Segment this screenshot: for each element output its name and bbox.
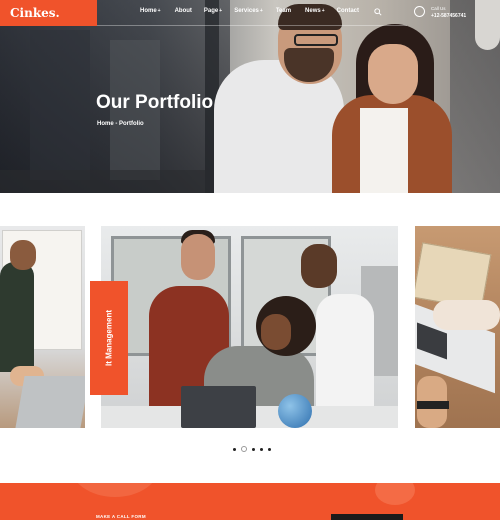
nav-label: Page <box>203 8 219 14</box>
portfolio-slide[interactable] <box>415 226 500 428</box>
page-title: Our Portfolio <box>96 92 214 113</box>
phone-icon <box>414 6 425 17</box>
slide-arm <box>433 300 500 330</box>
hero-banner: Cinkes. Home+ About Page+ Services+ Team… <box>0 0 500 193</box>
carousel-dot[interactable] <box>260 447 263 451</box>
slide-person-face <box>261 314 291 350</box>
nav-item-team[interactable]: Team <box>276 8 291 14</box>
nav-label: Home <box>140 8 157 14</box>
nav-label: About <box>174 8 192 14</box>
slide-person-head <box>301 244 337 288</box>
call-label: Call Us <box>431 6 446 11</box>
slide-laptop <box>181 386 256 428</box>
slide-watch <box>417 401 449 409</box>
hero-woman-shirt <box>360 108 408 193</box>
breadcrumb[interactable]: Home - Portfolio <box>97 121 144 127</box>
nav-item-contact[interactable]: Contact <box>337 8 359 14</box>
nav-divider <box>97 25 407 26</box>
nav-item-page[interactable]: Page+ <box>204 8 222 14</box>
nav-item-home[interactable]: Home+ <box>140 8 161 14</box>
hero-window <box>30 30 90 180</box>
chevron-down-icon: + <box>259 8 263 14</box>
carousel-dot-active[interactable] <box>241 446 247 452</box>
chevron-down-icon: + <box>219 8 223 14</box>
carousel-dot[interactable] <box>252 447 255 451</box>
hero-woman-face <box>368 44 418 104</box>
chevron-down-icon: + <box>321 8 325 14</box>
main-nav: Home+ About Page+ Services+ Team News+ C… <box>140 8 359 14</box>
slide-person-head <box>10 240 36 270</box>
chevron-down-icon: + <box>157 8 161 14</box>
carousel-dot[interactable] <box>233 447 236 451</box>
portfolio-slide-active[interactable] <box>101 226 398 428</box>
slide-person-head <box>181 234 215 280</box>
nav-label: News <box>305 8 321 14</box>
cta-decoration <box>70 483 160 497</box>
slide-person <box>316 294 374 424</box>
slide-person <box>0 262 34 372</box>
nav-item-services[interactable]: Services+ <box>234 8 263 14</box>
cta-decoration <box>375 483 415 505</box>
logo[interactable]: Cinkes. <box>0 0 97 26</box>
nav-item-about[interactable]: About <box>175 8 192 14</box>
portfolio-slide[interactable] <box>0 226 85 428</box>
call-number[interactable]: +12-587456741 <box>431 13 466 19</box>
search-icon[interactable] <box>374 8 382 16</box>
carousel-dot[interactable] <box>268 447 271 451</box>
nav-label: Contact <box>336 8 359 14</box>
globe-image <box>278 394 312 428</box>
nav-label: Services <box>234 8 259 14</box>
cta-section <box>0 483 500 520</box>
logo-text: Cinkes. <box>10 6 60 20</box>
hero-man-glasses <box>294 34 338 46</box>
category-label: It Management <box>104 309 114 367</box>
carousel-pagination <box>233 446 271 452</box>
cta-label: MAKE A CALL FORM <box>96 514 146 519</box>
nav-item-news[interactable]: News+ <box>305 8 325 14</box>
slide-laptop <box>15 376 85 428</box>
cta-button[interactable] <box>331 514 403 520</box>
nav-label: Team <box>275 8 292 14</box>
hero-desk <box>0 170 220 193</box>
hero-lamp <box>475 0 500 50</box>
